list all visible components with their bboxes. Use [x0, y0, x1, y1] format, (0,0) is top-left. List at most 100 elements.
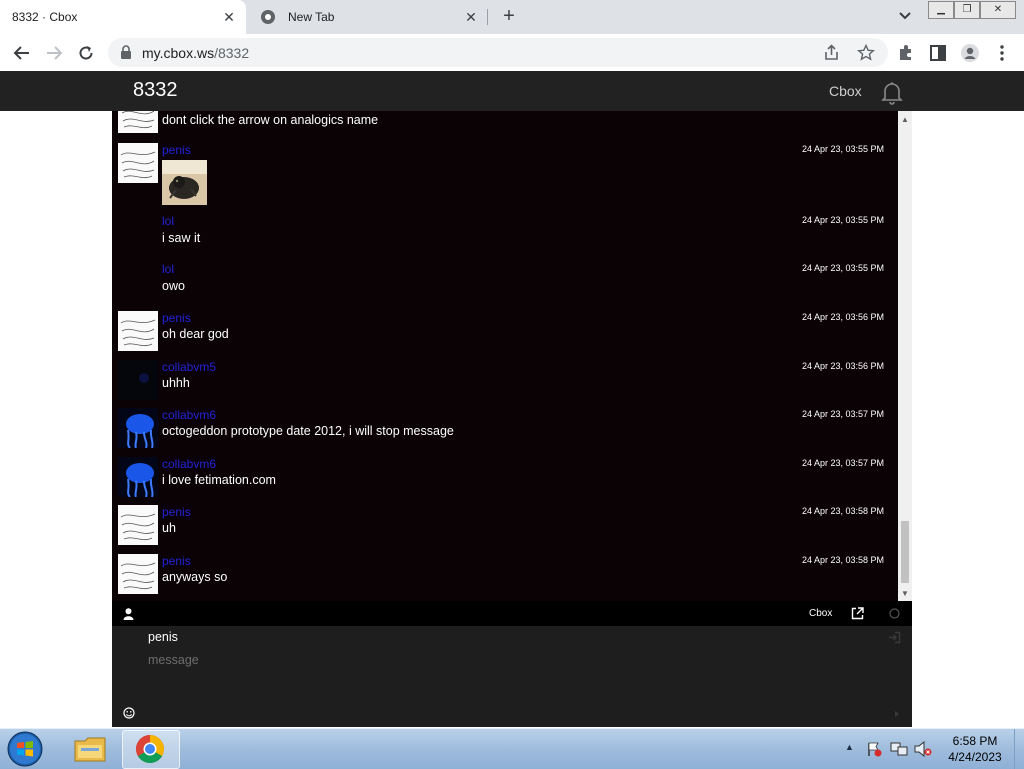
- message-timestamp: 24 Apr 23, 03:55 PM: [801, 144, 884, 154]
- sketch-avatar-icon[interactable]: [118, 505, 158, 545]
- url-host: my.cbox.ws: [142, 45, 215, 61]
- chat-scrollbar[interactable]: ▲ ▼: [898, 111, 912, 601]
- chat-message: penis 24 Apr 23, 03:58 PM uh: [112, 505, 898, 547]
- dark-avatar-icon[interactable]: [118, 360, 158, 400]
- message-username[interactable]: penis: [162, 143, 191, 157]
- clock-date: 4/24/2023: [948, 750, 1002, 764]
- chat-message: penis 24 Apr 23, 03:55 PM: [112, 143, 898, 207]
- sketch-avatar-icon[interactable]: [118, 311, 158, 351]
- tab-new-tab[interactable]: New Tab ✕: [250, 0, 488, 34]
- scroll-up-icon[interactable]: ▲: [901, 115, 909, 124]
- reload-button[interactable]: [74, 41, 98, 65]
- message-input[interactable]: [148, 653, 848, 713]
- sketch-avatar-icon[interactable]: [118, 143, 158, 183]
- message-text: octogeddon prototype date 2012, i will s…: [162, 424, 454, 438]
- forward-button[interactable]: [42, 41, 66, 65]
- send-arrow-icon[interactable]: [893, 710, 901, 718]
- address-bar[interactable]: my.cbox.ws/8332: [108, 38, 888, 67]
- share-icon[interactable]: [823, 44, 841, 62]
- new-tab-button[interactable]: +: [498, 5, 520, 27]
- arrow-left-icon: [13, 46, 29, 60]
- message-username[interactable]: collabvm5: [162, 360, 216, 374]
- network-icon[interactable]: [890, 741, 908, 757]
- chat-message: collabvm6 24 Apr 23, 03:57 PM i love fet…: [112, 457, 898, 499]
- jellyfish-avatar-icon[interactable]: [118, 408, 158, 448]
- tray-expand-icon[interactable]: ▲: [845, 742, 854, 752]
- side-panel-icon[interactable]: [928, 43, 948, 63]
- show-desktop-button[interactable]: [1014, 729, 1024, 769]
- taskbar-explorer[interactable]: [62, 730, 118, 767]
- message-username[interactable]: lol: [162, 262, 174, 276]
- sketch-avatar-icon[interactable]: [118, 111, 158, 133]
- emoji-smiley-icon[interactable]: [123, 707, 135, 719]
- scroll-thumb[interactable]: [901, 521, 909, 583]
- folder-icon: [74, 737, 106, 762]
- site-header: 8332 Cbox: [0, 71, 1024, 111]
- cbox-brand-link[interactable]: Cbox: [829, 83, 862, 99]
- chat-message-list[interactable]: dont click the arrow on analogics name p…: [112, 111, 912, 601]
- restore-button[interactable]: ❐: [954, 1, 980, 19]
- message-username[interactable]: collabvm6: [162, 457, 216, 471]
- chat-post-form: penis: [112, 626, 912, 727]
- page-title: 8332: [133, 79, 178, 101]
- reload-icon: [79, 46, 93, 60]
- cat-photo-attachment[interactable]: [162, 160, 207, 205]
- lock-icon[interactable]: [120, 45, 132, 59]
- browser-tab-strip: 8332 · Cbox ✕ New Tab ✕ + ▁ ❐ ✕: [0, 0, 1024, 34]
- taskbar-chrome[interactable]: [122, 730, 180, 769]
- tab-title: 8332 · Cbox: [12, 10, 78, 24]
- windows-taskbar: ▲ 6:58 PM 4/24/2023: [0, 728, 1024, 769]
- tab-title: New Tab: [288, 10, 335, 24]
- close-window-button[interactable]: ✕: [980, 1, 1016, 19]
- chat-message: penis 24 Apr 23, 03:58 PM anyways so: [112, 554, 898, 596]
- back-button[interactable]: [10, 41, 34, 65]
- chat-toolbar: Cbox: [112, 601, 912, 626]
- chat-message: dont click the arrow on analogics name: [112, 111, 898, 137]
- chat-message: lol 24 Apr 23, 03:55 PM i saw it: [112, 214, 898, 254]
- chat-message: penis 24 Apr 23, 03:56 PM oh dear god: [112, 311, 898, 353]
- extensions-puzzle-icon[interactable]: [896, 43, 916, 63]
- chat-message: collabvm6 24 Apr 23, 03:57 PM octogeddon…: [112, 408, 898, 450]
- message-text: uh: [162, 521, 176, 535]
- name-field[interactable]: penis: [148, 630, 178, 644]
- message-timestamp: 24 Apr 23, 03:56 PM: [801, 361, 884, 371]
- bookmark-star-icon[interactable]: [857, 44, 875, 62]
- message-username[interactable]: lol: [162, 214, 174, 228]
- scroll-down-icon[interactable]: ▼: [901, 589, 909, 598]
- clock-time: 6:58 PM: [952, 734, 998, 748]
- popout-icon[interactable]: [851, 607, 864, 620]
- message-text: owo: [162, 279, 185, 293]
- message-username[interactable]: penis: [162, 311, 191, 325]
- message-text: oh dear god: [162, 327, 229, 341]
- url-path: /8332: [214, 45, 250, 61]
- message-username[interactable]: collabvm6: [162, 408, 216, 422]
- message-text: dont click the arrow on analogics name: [162, 113, 379, 127]
- sketch-avatar-icon[interactable]: [118, 554, 158, 594]
- message-text: i saw it: [162, 231, 201, 245]
- message-text: i love fetimation.com: [162, 473, 276, 487]
- message-username[interactable]: penis: [162, 554, 191, 568]
- jellyfish-avatar-icon[interactable]: [118, 457, 158, 497]
- status-circle-icon[interactable]: [889, 608, 900, 619]
- close-tab-icon[interactable]: ✕: [218, 9, 240, 26]
- arrow-right-icon: [47, 46, 63, 60]
- volume-muted-icon[interactable]: [914, 741, 932, 757]
- taskbar-clock[interactable]: 6:58 PM 4/24/2023: [940, 733, 1010, 765]
- sign-in-icon[interactable]: [888, 631, 901, 644]
- chevron-down-icon[interactable]: [896, 7, 914, 25]
- profile-avatar-icon[interactable]: [960, 43, 980, 63]
- message-username[interactable]: penis: [162, 505, 191, 519]
- user-icon[interactable]: [123, 608, 134, 620]
- message-timestamp: 24 Apr 23, 03:56 PM: [801, 312, 884, 322]
- action-center-flag-icon[interactable]: [866, 741, 882, 757]
- minimize-button[interactable]: ▁: [928, 1, 954, 19]
- message-timestamp: 24 Apr 23, 03:55 PM: [801, 215, 884, 225]
- message-timestamp: 24 Apr 23, 03:57 PM: [801, 409, 884, 419]
- close-tab-icon[interactable]: ✕: [460, 9, 482, 26]
- tab-cbox[interactable]: 8332 · Cbox ✕: [0, 0, 246, 34]
- cbox-link[interactable]: Cbox: [809, 608, 832, 619]
- chrome-icon: [136, 735, 164, 763]
- kebab-menu-icon[interactable]: [992, 43, 1012, 63]
- bell-icon[interactable]: [879, 79, 905, 105]
- windows-start-icon[interactable]: [6, 731, 44, 767]
